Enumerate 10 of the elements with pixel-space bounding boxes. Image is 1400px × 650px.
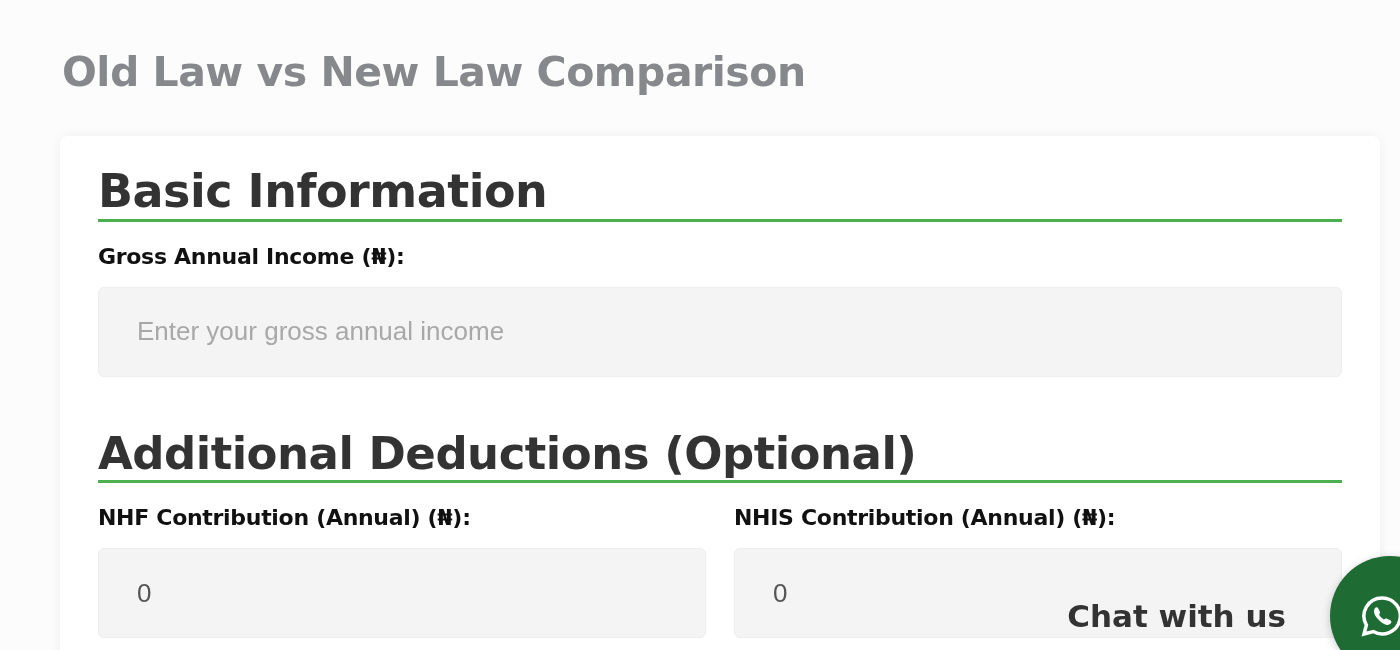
field-label: NHIS Contribution (Annual) (₦): (734, 505, 1117, 531)
field-label: NHF Contribution (Annual) (₦): (98, 505, 472, 531)
chat-bubble-icon (1360, 594, 1400, 638)
section-heading: Basic Information (98, 166, 1342, 222)
field-label: Gross Annual Income (₦): (98, 243, 406, 269)
input-field[interactable]: 0 (98, 548, 706, 639)
section-heading: Additional Deductions (Optional) (98, 428, 1342, 484)
input-field[interactable]: Enter your gross annual income (98, 286, 1342, 377)
chat-label[interactable]: Chat with us (1067, 598, 1286, 634)
page-title: Old Law vs New Law Comparison (62, 48, 807, 96)
